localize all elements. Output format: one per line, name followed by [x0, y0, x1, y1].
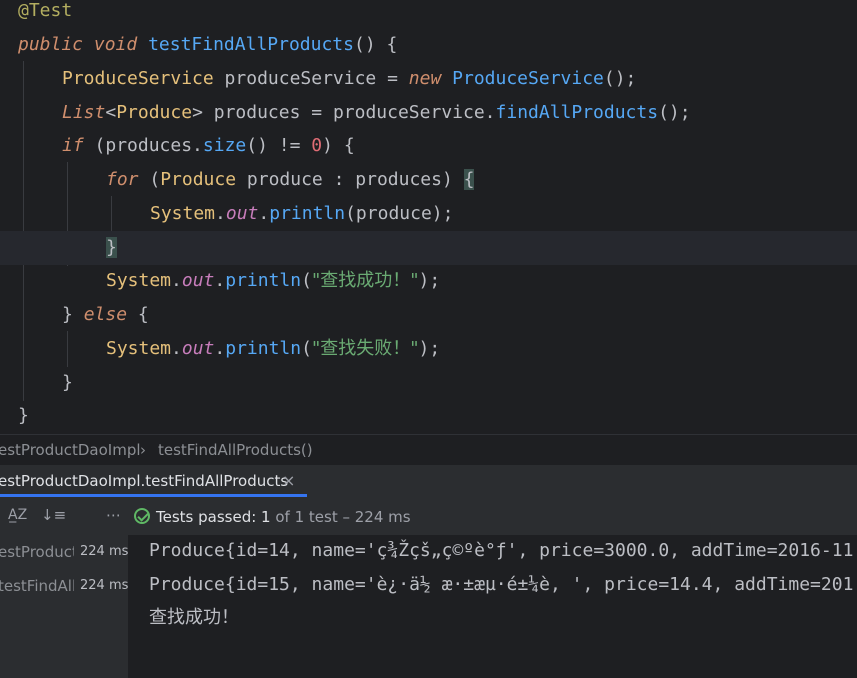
code-line-2[interactable]: public void testFindAllProducts() {	[0, 28, 857, 62]
code-text: produces = produceService.	[202, 102, 496, 123]
test-tree: estProductD 224 ms testFindAll 224 ms	[0, 535, 129, 678]
matched-brace: }	[106, 237, 117, 258]
status-count: 1	[256, 508, 271, 526]
breadcrumb-class[interactable]: estProductDaoImpl	[0, 435, 141, 466]
code-text: <	[105, 102, 117, 123]
method-name-token: testFindAllProducts	[148, 34, 354, 55]
code-line-9[interactable]: System.out.println("查找成功！");	[0, 264, 857, 298]
class-token: System	[106, 270, 172, 291]
number-token: 0	[311, 135, 323, 156]
code-text: .	[171, 338, 182, 359]
method-call-token: println	[269, 203, 346, 224]
tree-item-time: 224 ms	[80, 544, 128, 559]
breadcrumb-method[interactable]: testFindAllProducts()	[158, 435, 313, 466]
code-text: ();	[603, 68, 637, 89]
keyword-token: new	[408, 68, 442, 89]
code-text: >	[192, 102, 203, 123]
tree-item-name: testFindAll	[0, 577, 74, 595]
static-field-token: out	[181, 270, 215, 291]
code-text: .	[214, 338, 226, 359]
test-runner-toolbar: A̲Z ↓≡ ⋯ Tests passed: 1 of 1 test – 224…	[0, 497, 857, 535]
code-editor[interactable]: @Test public void testFindAllProducts() …	[0, 0, 857, 434]
keyword-token: if	[62, 135, 84, 156]
code-text: produce : produces)	[236, 169, 464, 190]
more-options-icon[interactable]: ⋯	[106, 506, 121, 524]
code-text: }	[62, 304, 84, 325]
method-call-token: size	[202, 135, 247, 156]
console-line: 查找成功！	[149, 607, 239, 628]
static-field-token: out	[181, 338, 215, 359]
sort-by-duration-icon[interactable]: ↓≡	[41, 506, 66, 524]
code-text: );	[418, 270, 441, 291]
console-line: Produce{id=14, name='ç¾Žçš„ç©ºè°ƒ', pric…	[149, 540, 854, 561]
code-text: {	[127, 304, 149, 325]
code-text: );	[418, 338, 441, 359]
keyword-token: void	[93, 34, 138, 55]
code-text: () {	[353, 34, 398, 55]
method-call-token: findAllProducts	[495, 102, 659, 123]
class-token: Produce	[116, 102, 193, 123]
code-text: ();	[658, 102, 691, 123]
test-status: Tests passed: 1 of 1 test – 224 ms	[134, 506, 411, 527]
check-circle-icon	[134, 508, 150, 524]
code-line-11[interactable]: System.out.println("查找失败！");	[0, 332, 857, 366]
code-line-7[interactable]: System.out.println(produce);	[0, 197, 857, 231]
constructor-token: ProduceService	[452, 68, 604, 89]
code-line-13[interactable]: }	[0, 399, 857, 433]
class-token: System	[106, 338, 172, 359]
code-text: .	[215, 203, 226, 224]
static-field-token: out	[225, 203, 259, 224]
code-line-1[interactable]: @Test	[0, 0, 857, 28]
tree-item[interactable]: estProductD 224 ms	[0, 536, 128, 568]
run-tab-label: estProductDaoImpl.testFindAllProducts	[0, 472, 289, 490]
string-token: "查找成功！"	[311, 270, 419, 291]
code-text: .	[171, 270, 182, 291]
method-call-token: println	[225, 338, 302, 359]
code-line-10[interactable]: } else {	[0, 298, 857, 332]
code-line-3[interactable]: ProduceService produceService = new Prod…	[0, 62, 857, 96]
status-detail: of 1 test – 224 ms	[270, 508, 411, 526]
type-token: List	[62, 102, 106, 123]
breadcrumb-separator: ›	[140, 441, 146, 459]
run-tab-bar: estProductDaoImpl.testFindAllProducts ×	[0, 465, 857, 498]
code-line-8-current[interactable]: }	[0, 231, 857, 265]
class-token: ProduceService	[62, 68, 214, 89]
method-call-token: println	[225, 270, 302, 291]
code-text: (	[138, 169, 161, 190]
matched-brace: {	[463, 169, 475, 190]
run-tab-test-find-all-products[interactable]: estProductDaoImpl.testFindAllProducts ×	[0, 465, 307, 497]
tree-item[interactable]: testFindAll 224 ms	[0, 570, 128, 602]
code-text: (	[301, 338, 312, 359]
code-text: () !=	[246, 135, 312, 156]
console-line: Produce{id=15, name='è¿·ä½ æ·±æµ·é±¼è, '…	[149, 574, 854, 595]
code-line-5[interactable]: if (produces.size() != 0) {	[0, 129, 857, 163]
code-line-12[interactable]: }	[0, 366, 857, 400]
code-text: .	[258, 203, 270, 224]
code-text: }	[62, 372, 73, 393]
close-icon[interactable]: ×	[282, 465, 295, 494]
status-passed-label: Tests passed:	[156, 508, 257, 526]
keyword-token: public	[18, 34, 84, 55]
code-text: (produce);	[345, 203, 454, 224]
code-text: ) {	[322, 135, 355, 156]
code-text: produceService =	[213, 68, 409, 89]
code-text: (	[301, 270, 312, 291]
breadcrumb: estProductDaoImpl › testFindAllProducts(…	[0, 434, 857, 466]
keyword-token: for	[106, 169, 139, 190]
code-text: }	[18, 405, 29, 426]
code-text: .	[214, 270, 226, 291]
code-text: (produces.	[83, 135, 203, 156]
keyword-token: else	[83, 304, 128, 325]
sort-alphabetically-icon[interactable]: A̲Z	[8, 506, 27, 524]
console-output[interactable]: Produce{id=14, name='ç¾Žçš„ç©ºè°ƒ', pric…	[129, 535, 857, 678]
code-line-4[interactable]: List<Produce> produces = produceService.…	[0, 96, 857, 130]
class-token: System	[150, 203, 216, 224]
class-token: Produce	[160, 169, 237, 190]
tree-item-time: 224 ms	[80, 578, 128, 593]
code-line-6[interactable]: for (Produce produce : produces) {	[0, 163, 857, 197]
tree-item-name: estProductD	[0, 543, 74, 561]
string-token: "查找失败！"	[311, 338, 419, 359]
annotation-token: @Test	[18, 0, 73, 21]
